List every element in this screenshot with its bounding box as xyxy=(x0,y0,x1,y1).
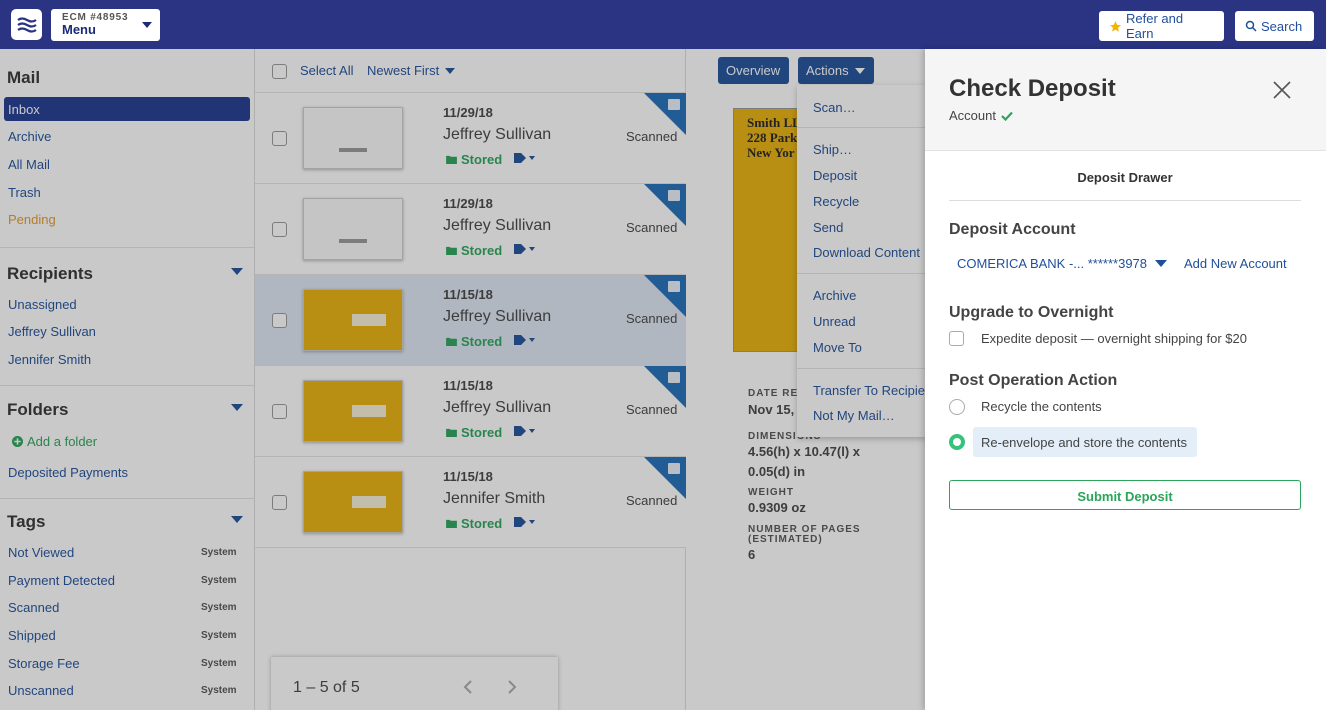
submit-deposit-button[interactable]: Submit Deposit xyxy=(949,480,1301,510)
chevron-down-icon xyxy=(1155,260,1168,267)
search-icon xyxy=(1245,20,1257,32)
post-operation-heading: Post Operation Action xyxy=(949,372,1118,389)
deposit-account-heading: Deposit Account xyxy=(949,221,1076,238)
recycle-radio[interactable] xyxy=(949,399,965,415)
account-label: Account xyxy=(949,108,996,123)
checkmark-icon xyxy=(1001,111,1013,121)
star-icon xyxy=(1110,20,1121,32)
recycle-option-label: Recycle the contents xyxy=(981,399,1102,414)
top-bar: ECM #48953 Menu Refer and Earn Search xyxy=(0,0,1326,49)
refer-and-earn-button[interactable]: Refer and Earn xyxy=(1099,11,1224,41)
upgrade-overnight-heading: Upgrade to Overnight xyxy=(949,304,1114,321)
chevron-down-icon xyxy=(142,22,152,28)
search-label: Search xyxy=(1261,18,1303,34)
add-new-account-link[interactable]: Add New Account xyxy=(1184,256,1287,271)
check-deposit-drawer: Check Deposit Account Deposit Drawer Dep… xyxy=(925,49,1326,710)
account-menu-button[interactable]: ECM #48953 Menu xyxy=(51,9,160,41)
app-logo-button[interactable] xyxy=(11,9,42,40)
close-icon[interactable] xyxy=(1271,79,1293,101)
drawer-title: Check Deposit xyxy=(949,75,1116,102)
divider xyxy=(949,200,1301,201)
waves-icon xyxy=(16,16,37,33)
drawer-section-title: Deposit Drawer xyxy=(1077,170,1173,185)
expedite-checkbox[interactable] xyxy=(949,331,964,346)
refer-label: Refer and Earn xyxy=(1125,11,1184,41)
deposit-account-select[interactable]: COMERICA BANK -... ******3978 xyxy=(957,256,1168,271)
drawer-header: Check Deposit Account xyxy=(925,49,1326,151)
search-button[interactable]: Search xyxy=(1235,11,1314,41)
re-envelope-radio[interactable] xyxy=(949,434,965,450)
expedite-label: Expedite deposit — overnight shipping fo… xyxy=(981,331,1247,346)
deposit-account-value: COMERICA BANK -... ******3978 xyxy=(957,256,1148,271)
re-envelope-option-label[interactable]: Re-envelope and store the contents xyxy=(973,427,1197,457)
drawer-subtitle: Account xyxy=(949,108,1013,123)
modal-backdrop[interactable] xyxy=(0,49,925,710)
